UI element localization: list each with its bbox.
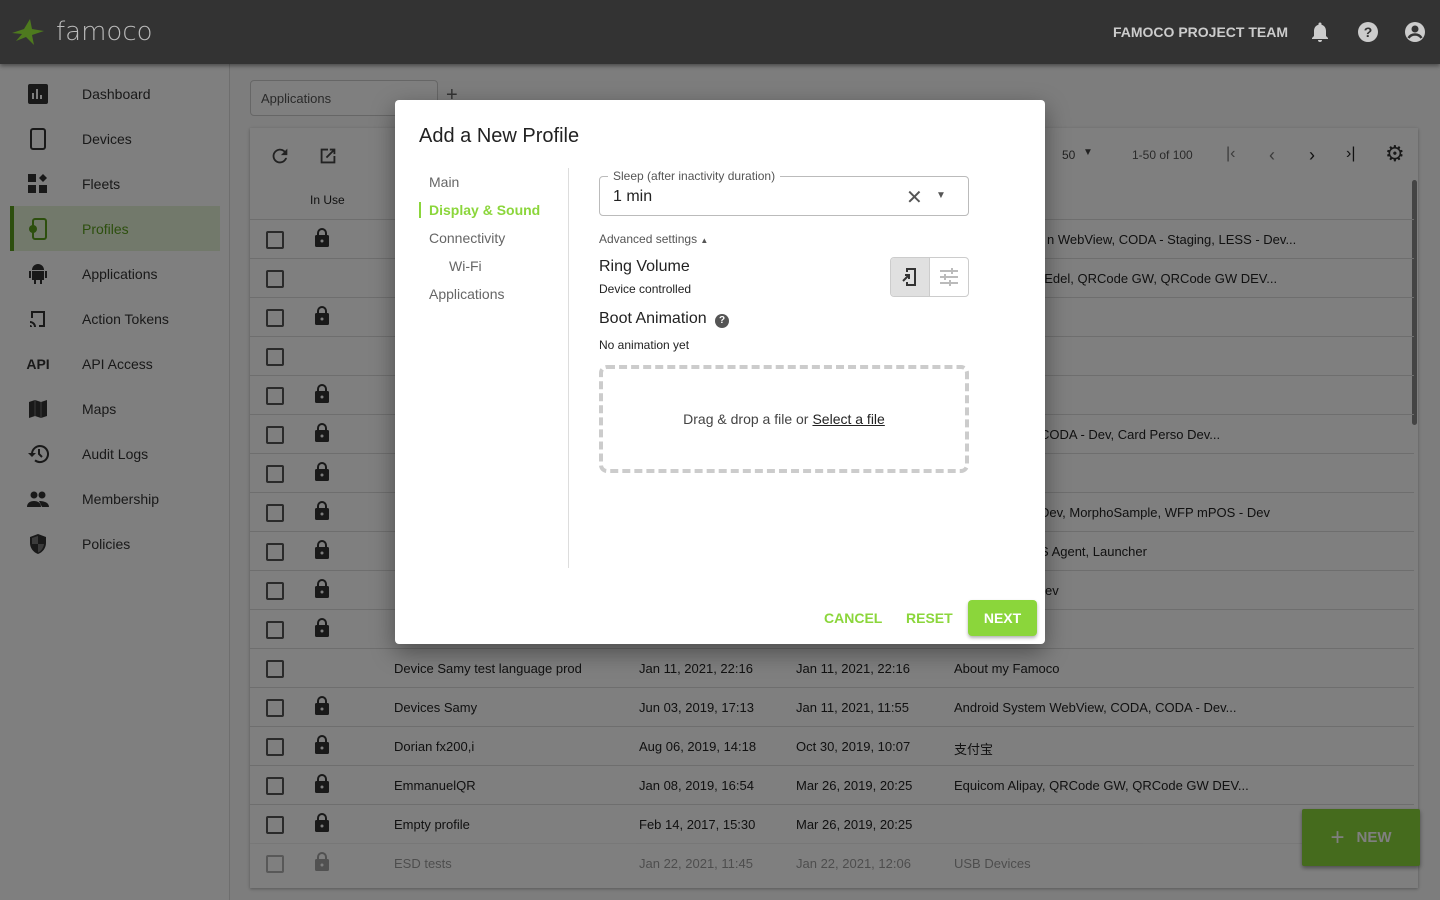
boot-title-text: Boot Animation (599, 310, 707, 327)
dialog-nav-main[interactable]: Main (429, 174, 459, 190)
help-icon[interactable]: ? (1356, 20, 1380, 44)
select-file-link[interactable]: Select a file (812, 411, 884, 427)
boot-animation-title: Boot Animation ? (599, 310, 730, 328)
help-icon[interactable]: ? (715, 314, 730, 328)
dialog-nav-connectivity[interactable]: Connectivity (429, 230, 505, 246)
svg-text:?: ? (1364, 24, 1373, 40)
add-profile-dialog: Add a New Profile Sleep (after inactivit… (395, 100, 1045, 644)
advanced-label: Advanced settings (599, 232, 698, 246)
brand-name: famoco (56, 17, 153, 47)
dialog-title: Add a New Profile (419, 125, 580, 147)
next-button[interactable]: NEXT (968, 600, 1037, 636)
chevron-down-icon[interactable]: ▼ (936, 190, 946, 201)
account-icon[interactable] (1403, 20, 1427, 44)
famoco-logo-icon (12, 19, 44, 45)
app-header: famoco FAMOCO PROJECT TEAM ? (0, 0, 1440, 64)
dialog-nav-display-sound[interactable]: Display & Sound (419, 202, 540, 218)
file-dropzone[interactable]: Drag & drop a file or Select a file (599, 365, 969, 473)
dropzone-text: Drag & drop a file or (683, 411, 809, 427)
device-arrow-icon (902, 268, 916, 286)
tune-icon (940, 268, 958, 286)
divider (568, 168, 569, 568)
advanced-settings-toggle[interactable]: Advanced settings ▲ (599, 232, 708, 246)
cancel-button[interactable]: CANCEL (824, 610, 882, 626)
bell-icon[interactable] (1308, 20, 1332, 44)
sleep-label: Sleep (after inactivity duration) (608, 169, 781, 183)
ring-volume-toggle (890, 257, 969, 297)
custom-volume-button[interactable] (930, 258, 968, 296)
team-name[interactable]: FAMOCO PROJECT TEAM (1113, 24, 1288, 40)
logo[interactable]: famoco (10, 17, 153, 47)
reset-button[interactable]: RESET (906, 610, 953, 626)
device-controlled-button[interactable] (891, 258, 930, 296)
dialog-nav-applications[interactable]: Applications (429, 286, 505, 302)
boot-animation-status: No animation yet (599, 338, 690, 352)
sleep-select[interactable]: Sleep (after inactivity duration) 1 min … (599, 169, 969, 216)
caret-up-icon: ▲ (700, 236, 709, 245)
ring-volume-status: Device controlled (599, 282, 692, 296)
sleep-value: 1 min (613, 188, 653, 205)
clear-icon[interactable]: ✕ (906, 185, 923, 210)
ring-volume-title: Ring Volume (599, 258, 690, 275)
dialog-nav-wi-fi[interactable]: Wi-Fi (449, 258, 482, 274)
